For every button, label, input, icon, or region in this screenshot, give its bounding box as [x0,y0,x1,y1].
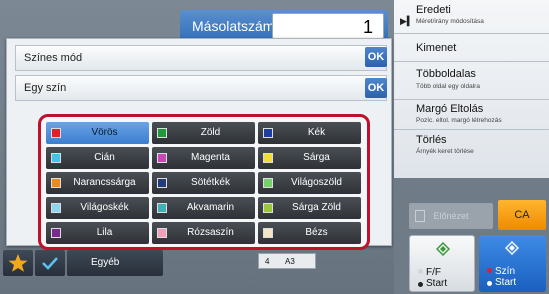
color-button-magenta[interactable]: Magenta [152,147,255,169]
menu-item-subtitle: Több oldal egy oldalra [416,83,480,90]
color-swatch [263,178,273,188]
copy-count-value: 1 [362,17,373,37]
color-button-aquamarine[interactable]: Akvamarin [152,197,255,219]
menu-item-multipage[interactable]: Többoldalas Több oldal egy oldalra [394,62,549,100]
menu-item-subtitle: Méret/irány módosítása [416,18,484,25]
status-dot [418,269,423,274]
color-label: Cián [94,152,115,163]
menu-item-title: Margó Eltolás [416,103,484,115]
color-label: Sárga [303,152,330,163]
color-swatch [51,178,61,188]
color-mode-label: Színes mód [24,52,83,64]
color-button-orange[interactable]: Narancssárga [46,172,149,194]
menu-item-margin-shift[interactable]: Margó Eltolás Pozíc. eltol. margó létreh… [394,100,549,130]
preview-icon [415,210,425,222]
color-swatch [51,128,61,138]
menu-item-erase[interactable]: Törlés Árnyék keret törlése [394,130,549,164]
color-button-dark-blue[interactable]: Sötétkék [152,172,255,194]
color-button-blue[interactable]: Kék [258,122,361,144]
color-label: Kék [307,127,326,138]
color-swatch [157,153,167,163]
copy-count-label: Másolatszám [192,18,275,34]
color-label: Világoskék [80,202,129,213]
start-diamond-icon [436,242,450,256]
color-button-pink[interactable]: Rózsaszín [152,222,255,244]
color-button-yellow[interactable]: Sárga [258,147,361,169]
color-start-label-2: Start [495,277,517,288]
menu-item-original[interactable]: Eredeti Méret/irány módosítása [394,0,549,34]
menu-item-title: Többoldalas [416,68,476,80]
color-label: Akvamarin [186,202,235,213]
bw-start-label-2: Start [426,278,448,289]
color-mode-ok-button[interactable]: OK [365,47,387,67]
preview-button[interactable]: Előnézet [409,203,493,229]
color-label: Magenta [191,152,230,163]
paper-size-indicator: 4 A3 [258,253,316,269]
menu-item-title: Törlés [416,134,447,146]
start-diamond-icon [505,241,519,255]
checkmark-icon [42,257,58,270]
bw-start-label-1: F/F [426,267,441,278]
star-icon [8,254,28,272]
paper-tray-number: 4 [265,257,270,266]
color-swatch [157,203,167,213]
color-swatch [157,228,167,238]
clear-all-button[interactable]: CA [498,200,546,230]
color-button-purple[interactable]: Lila [46,222,149,244]
status-dot [418,282,423,287]
menu-item-subtitle: Pozíc. eltol. margó létrehozás [416,117,502,124]
color-button-red[interactable]: Vörös [46,122,149,144]
color-swatch [263,228,273,238]
menu-item-title: Eredeti [416,4,451,16]
color-selection-grid: Vörös Zöld Kék Cián Magenta Sárga Naranc… [38,114,370,250]
color-swatch [51,203,61,213]
color-button-beige[interactable]: Bézs [258,222,361,244]
color-label: Zöld [200,127,221,138]
right-side-menu: ▶▍ Eredeti Méret/irány módosítása Kimene… [394,0,549,178]
color-button-cyan[interactable]: Cián [46,147,149,169]
color-swatch [263,203,273,213]
color-label: Rózsaszín [187,227,234,238]
color-swatch [157,178,167,188]
color-start-label-1: Szín [495,266,516,277]
other-button[interactable]: Egyéb [67,250,163,276]
color-swatch [51,153,61,163]
check-button[interactable] [35,250,65,276]
color-button-light-green[interactable]: Világoszöld [258,172,361,194]
color-start-button[interactable]: Szín Start [479,235,546,292]
color-button-green[interactable]: Zöld [152,122,255,144]
color-label: Sötétkék [191,177,230,188]
color-label: Vörös [91,127,118,138]
color-swatch [157,128,167,138]
menu-item-title: Kimenet [416,42,457,54]
single-color-ok-button[interactable]: OK [365,78,387,98]
favorites-button[interactable] [3,250,33,276]
color-button-yellow-green[interactable]: Sárga Zöld [258,197,361,219]
color-swatch [263,128,273,138]
status-dot [487,268,492,273]
menu-item-subtitle: Árnyék keret törlése [416,148,474,155]
color-label: Narancssárga [73,177,136,188]
color-label: Lila [96,227,113,238]
color-label: Világoszöld [291,177,342,188]
bw-start-button[interactable]: F/F Start [409,235,475,292]
color-swatch [51,228,61,238]
color-swatch [263,153,273,163]
color-mode-row: Színes mód [15,45,387,71]
status-dot [487,281,492,286]
menu-item-output[interactable]: Kimenet [394,34,549,62]
color-label: Bézs [305,227,328,238]
color-label: Sárga Zöld [292,202,341,213]
paper-size-label: A3 [285,257,295,266]
single-color-row: Egy szín [15,75,387,101]
single-color-label: Egy szín [24,82,67,94]
color-button-light-blue[interactable]: Világoskék [46,197,149,219]
copy-count-field[interactable]: 1 [272,13,384,39]
preview-label: Előnézet [433,211,469,221]
